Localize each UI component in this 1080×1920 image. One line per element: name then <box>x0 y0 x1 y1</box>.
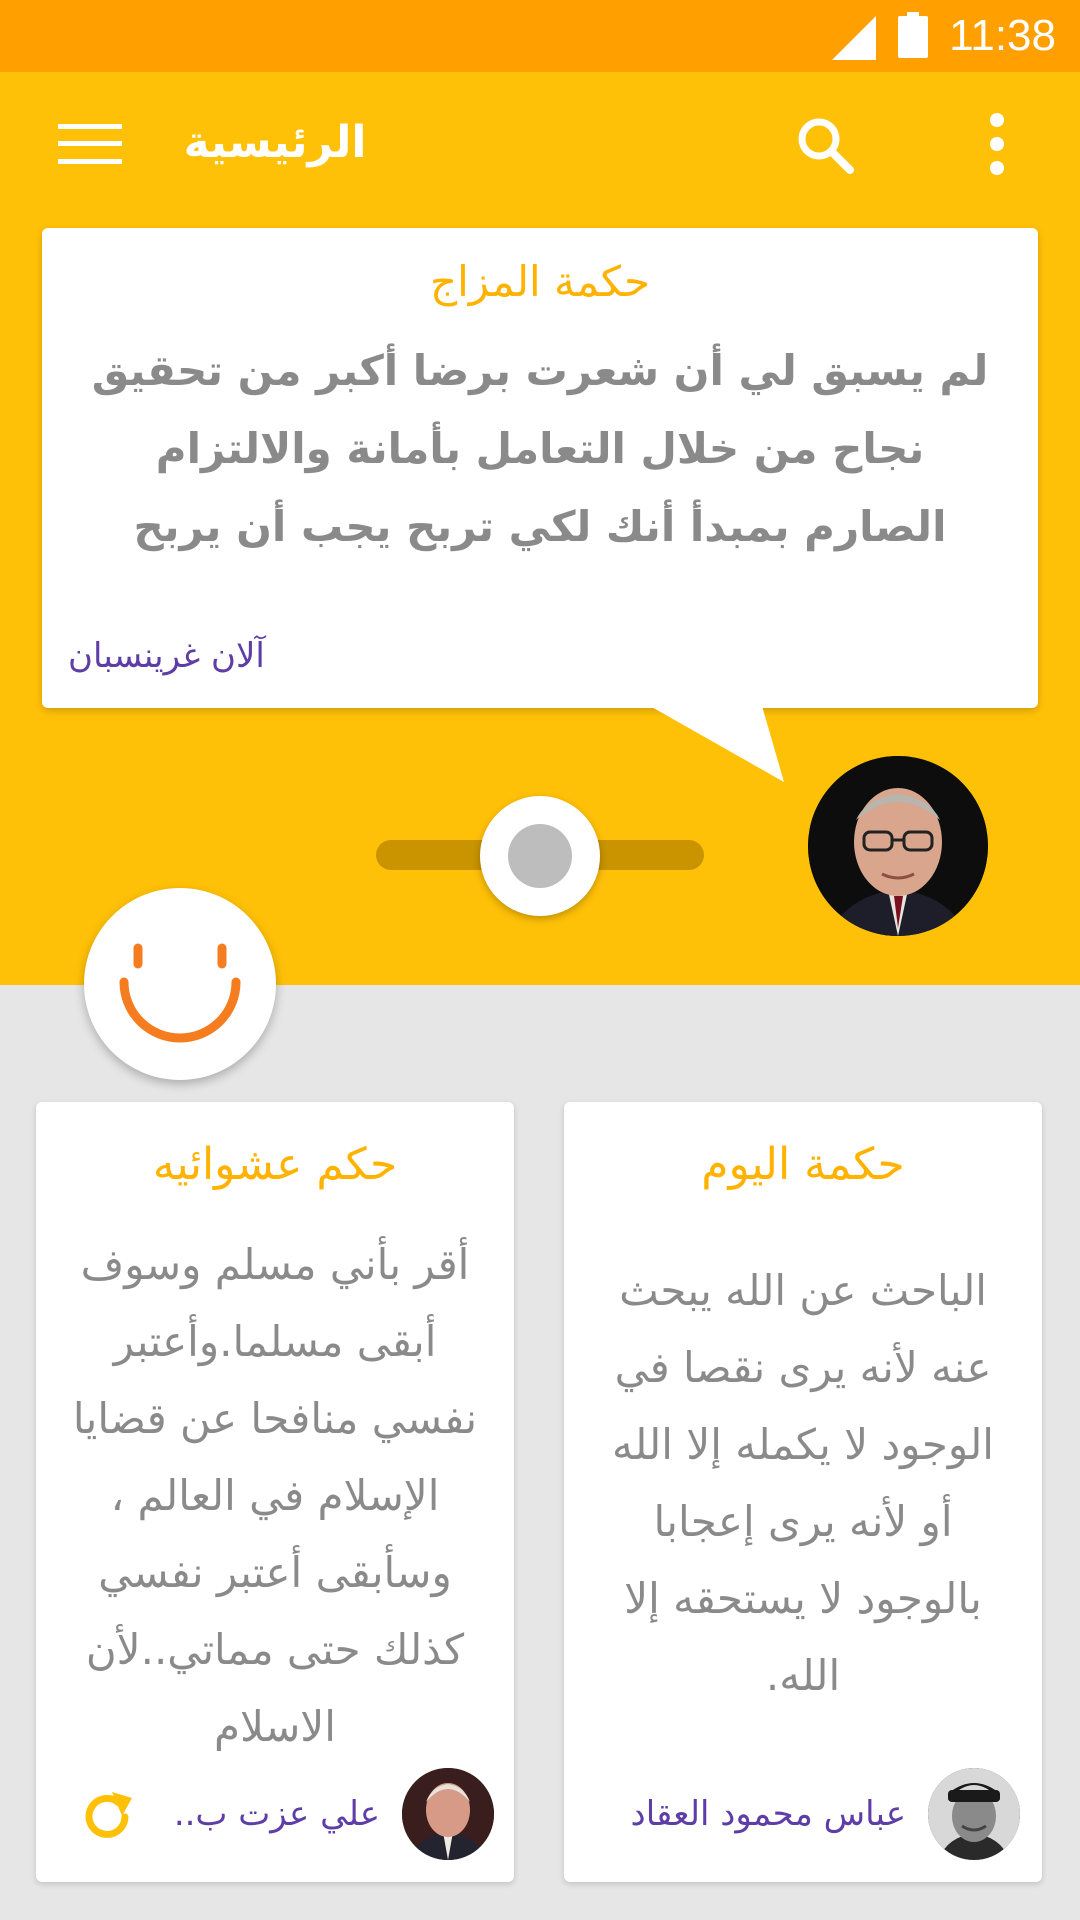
avatar-portrait-icon <box>928 1768 1020 1860</box>
mood-quote-card[interactable]: حكمة المزاج لم يسبق لي أن شعرت برضا أكبر… <box>42 228 1038 708</box>
speech-bubble-tail <box>650 706 784 782</box>
mood-author-avatar[interactable] <box>808 756 988 936</box>
daily-quote-author-avatar[interactable] <box>928 1768 1020 1860</box>
daily-quote-author[interactable]: عباس محمود العقاد <box>631 1788 906 1840</box>
app-bar: الرئيسية <box>0 72 1080 212</box>
daily-quote-text: الباحث عن الله يبحث عنه لأنه يرى نقصا في… <box>612 1266 994 1700</box>
mood-slider-thumb-core <box>508 824 572 888</box>
mood-smiley-button[interactable] <box>84 888 276 1080</box>
mood-slider-thumb[interactable] <box>480 796 600 916</box>
signal-icon <box>832 16 876 60</box>
random-quote-title: حكم عشوائيه <box>152 1139 398 1190</box>
random-quote-author-avatar[interactable] <box>402 1768 494 1860</box>
status-time: 11:38 <box>949 11 1056 60</box>
battery-icon <box>898 12 928 58</box>
header-area: الرئيسية حكمة المزاج لم يسبق لي أن شعرت … <box>0 72 1080 985</box>
page-title: الرئيسية <box>183 117 367 168</box>
more-vert-icon[interactable] <box>980 112 1014 176</box>
daily-quote-title: حكمة اليوم <box>701 1139 905 1190</box>
random-quote-author[interactable]: علي عزت ب.. <box>174 1788 380 1840</box>
smiley-icon <box>119 943 241 1043</box>
mood-card-title: حكمة المزاج <box>429 257 650 306</box>
mood-quote-author[interactable]: آلان غرينسبان <box>68 628 468 684</box>
daily-quote-card[interactable]: حكمة اليوم الباحث عن الله يبحث عنه لأنه … <box>564 1102 1042 1882</box>
avatar-portrait-icon <box>808 756 988 936</box>
avatar-portrait-icon <box>402 1768 494 1860</box>
random-quote-text: أقر بأني مسلم وسوف أبقى مسلما.وأعتبر نفس… <box>72 1240 478 1751</box>
menu-icon[interactable] <box>58 124 122 164</box>
search-icon[interactable] <box>796 116 854 174</box>
mood-quote-text: لم يسبق لي أن شعرت برضا أكبر من تحقيق نج… <box>91 346 989 551</box>
status-bar: 11:38 <box>0 0 1080 72</box>
refresh-icon[interactable] <box>78 1788 136 1846</box>
random-quote-card[interactable]: حكم عشوائيه أقر بأني مسلم وسوف أبقى مسلم… <box>36 1102 514 1882</box>
